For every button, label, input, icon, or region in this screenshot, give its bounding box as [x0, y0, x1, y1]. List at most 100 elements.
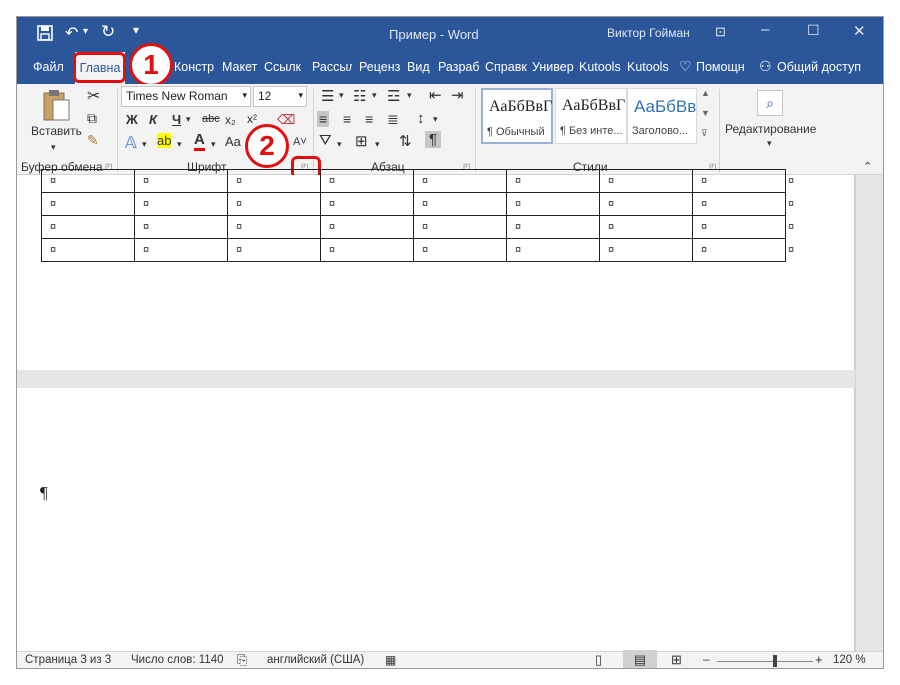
table-cell[interactable]: ¤	[506, 238, 600, 262]
tab-mailings[interactable]: Рассыл	[312, 60, 352, 74]
table-cell[interactable]: ¤	[227, 215, 321, 239]
align-right-icon[interactable]: ≡	[365, 111, 373, 127]
font-name-combo[interactable]: Times New Roman ▾	[121, 86, 251, 107]
decrease-indent-icon[interactable]: ⇤	[429, 86, 442, 104]
table-cell[interactable]: ¤	[227, 169, 321, 193]
redo-icon[interactable]: ↻	[101, 22, 115, 42]
line-spacing-dropdown-icon[interactable]: ▾	[433, 114, 438, 125]
page-count[interactable]: Страница 3 из 3	[25, 654, 111, 666]
table-cell[interactable]: ¤	[692, 192, 786, 216]
zoom-slider-thumb[interactable]	[773, 655, 777, 667]
styles-scroll-up-icon[interactable]: ▲	[701, 88, 710, 98]
styles-more-icon[interactable]: ⊽	[701, 128, 708, 139]
ribbon-display-icon[interactable]: ⊡	[715, 24, 726, 40]
table-cell[interactable]: ¤	[134, 238, 228, 262]
zoom-slider[interactable]	[717, 661, 813, 662]
table-cell[interactable]: ¤	[692, 215, 786, 239]
shrink-font-icon[interactable]: A˅	[293, 136, 307, 148]
tab-developer[interactable]: Разраб	[438, 60, 479, 74]
tab-universal[interactable]: Универ	[532, 60, 574, 74]
table-cell[interactable]: ¤	[227, 238, 321, 262]
paste-dropdown-icon[interactable]: ▾	[51, 142, 56, 153]
numbering-icon[interactable]: ☷	[353, 87, 366, 105]
copy-icon[interactable]: ⧉	[87, 110, 97, 127]
table-cell[interactable]: ¤	[134, 169, 228, 193]
format-painter-icon[interactable]: ✎	[87, 132, 99, 149]
line-spacing-icon[interactable]: ↕	[417, 110, 425, 127]
zoom-level[interactable]: 120 %	[833, 654, 866, 666]
table-cell[interactable]: ¤	[134, 215, 228, 239]
language[interactable]: английский (США)	[267, 654, 364, 666]
search-icon[interactable]: ⌕	[757, 90, 783, 116]
table-cell[interactable]: ¤	[599, 215, 693, 239]
chevron-down-icon[interactable]: ▾	[298, 90, 303, 101]
user-name[interactable]: Виктор Гойман	[607, 26, 690, 40]
undo-dropdown-icon[interactable]: ▾	[83, 26, 88, 37]
table-cell[interactable]: ¤	[320, 192, 414, 216]
read-mode-icon[interactable]: ▯	[595, 652, 602, 668]
table-cell[interactable]: ¤	[320, 238, 414, 262]
table-cell[interactable]: ¤	[506, 169, 600, 193]
clear-formatting-icon[interactable]: ⌫	[277, 112, 295, 128]
macro-recording-icon[interactable]: ▦	[385, 653, 396, 667]
tab-view[interactable]: Вид	[407, 60, 431, 74]
minimize-icon[interactable]: –	[761, 21, 769, 38]
table-cell[interactable]: ¤	[413, 169, 507, 193]
font-size-combo[interactable]: 12 ▾	[253, 86, 307, 107]
maximize-icon[interactable]: ☐	[807, 22, 820, 39]
share-button[interactable]: Общий доступ	[777, 60, 861, 74]
table-cell[interactable]: ¤	[599, 238, 693, 262]
zoom-in-icon[interactable]: +	[815, 652, 823, 667]
table-cell[interactable]: ¤	[413, 192, 507, 216]
paste-label[interactable]: Вставить	[31, 124, 82, 138]
text-effects-icon[interactable]: 𝔸	[125, 133, 137, 153]
cut-icon[interactable]: ✂	[87, 86, 100, 106]
proofing-icon[interactable]: ⎘	[237, 652, 247, 668]
collapse-ribbon-icon[interactable]: ⌃	[863, 160, 872, 173]
tab-layout[interactable]: Макет	[222, 60, 258, 74]
editing-dropdown-icon[interactable]: ▾	[767, 138, 772, 149]
numbering-dropdown-icon[interactable]: ▾	[372, 90, 377, 101]
strikethrough-button[interactable]: abc	[202, 113, 220, 125]
table-cell[interactable]: ¤	[134, 192, 228, 216]
table-cell[interactable]: ¤	[227, 192, 321, 216]
close-icon[interactable]: ✕	[853, 22, 866, 40]
table-cell[interactable]: ¤	[599, 169, 693, 193]
web-layout-icon[interactable]: ⊞	[671, 652, 682, 668]
styles-scroll-down-icon[interactable]: ▼	[701, 108, 710, 118]
customize-qat-icon[interactable]: ▾	[133, 23, 139, 37]
table-cell[interactable]: ¤	[320, 169, 414, 193]
lightbulb-icon[interactable]: ♡	[679, 58, 692, 75]
person-icon[interactable]: ⚇	[759, 58, 772, 75]
bullets-icon[interactable]: ☰	[321, 87, 334, 105]
tab-references[interactable]: Ссылк	[264, 60, 306, 74]
style-normal[interactable]: АаБбВвГ ¶ Обычный	[481, 88, 553, 144]
italic-button[interactable]: К	[149, 112, 157, 127]
paragraph-mark[interactable]: ¶	[40, 483, 48, 503]
align-center-icon[interactable]: ≡	[343, 111, 351, 127]
shading-icon[interactable]: ⛛	[319, 132, 332, 149]
editing-button[interactable]: Редактирование	[725, 122, 816, 136]
show-formatting-button[interactable]: ¶	[425, 131, 442, 148]
vertical-scrollbar[interactable]	[855, 175, 883, 651]
multilevel-list-icon[interactable]: ☲	[387, 87, 400, 105]
underline-button[interactable]: Ч	[172, 112, 181, 127]
superscript-button[interactable]: x²	[247, 112, 257, 126]
tab-file[interactable]: Файл	[33, 60, 64, 74]
table-cell[interactable]: ¤	[506, 192, 600, 216]
tab-kutools[interactable]: Kutools	[579, 60, 621, 74]
tab-help[interactable]: Справк	[485, 60, 527, 74]
multilevel-dropdown-icon[interactable]: ▾	[407, 90, 412, 101]
table-cell[interactable]: ¤	[692, 238, 786, 262]
table-cell[interactable]: ¤	[506, 215, 600, 239]
zoom-out-icon[interactable]: –	[703, 652, 710, 666]
bullets-dropdown-icon[interactable]: ▾	[339, 90, 344, 101]
tab-tell-me[interactable]: Помощн	[696, 60, 745, 74]
table-cell[interactable]: ¤	[599, 192, 693, 216]
table-cell[interactable]: ¤	[413, 238, 507, 262]
shading-dropdown-icon[interactable]: ▾	[337, 139, 342, 150]
borders-dropdown-icon[interactable]: ▾	[375, 139, 380, 150]
sort-icon[interactable]: ⇅	[399, 132, 412, 150]
font-color-button[interactable]: A	[194, 132, 205, 151]
text-effects-dropdown-icon[interactable]: ▾	[142, 139, 147, 150]
